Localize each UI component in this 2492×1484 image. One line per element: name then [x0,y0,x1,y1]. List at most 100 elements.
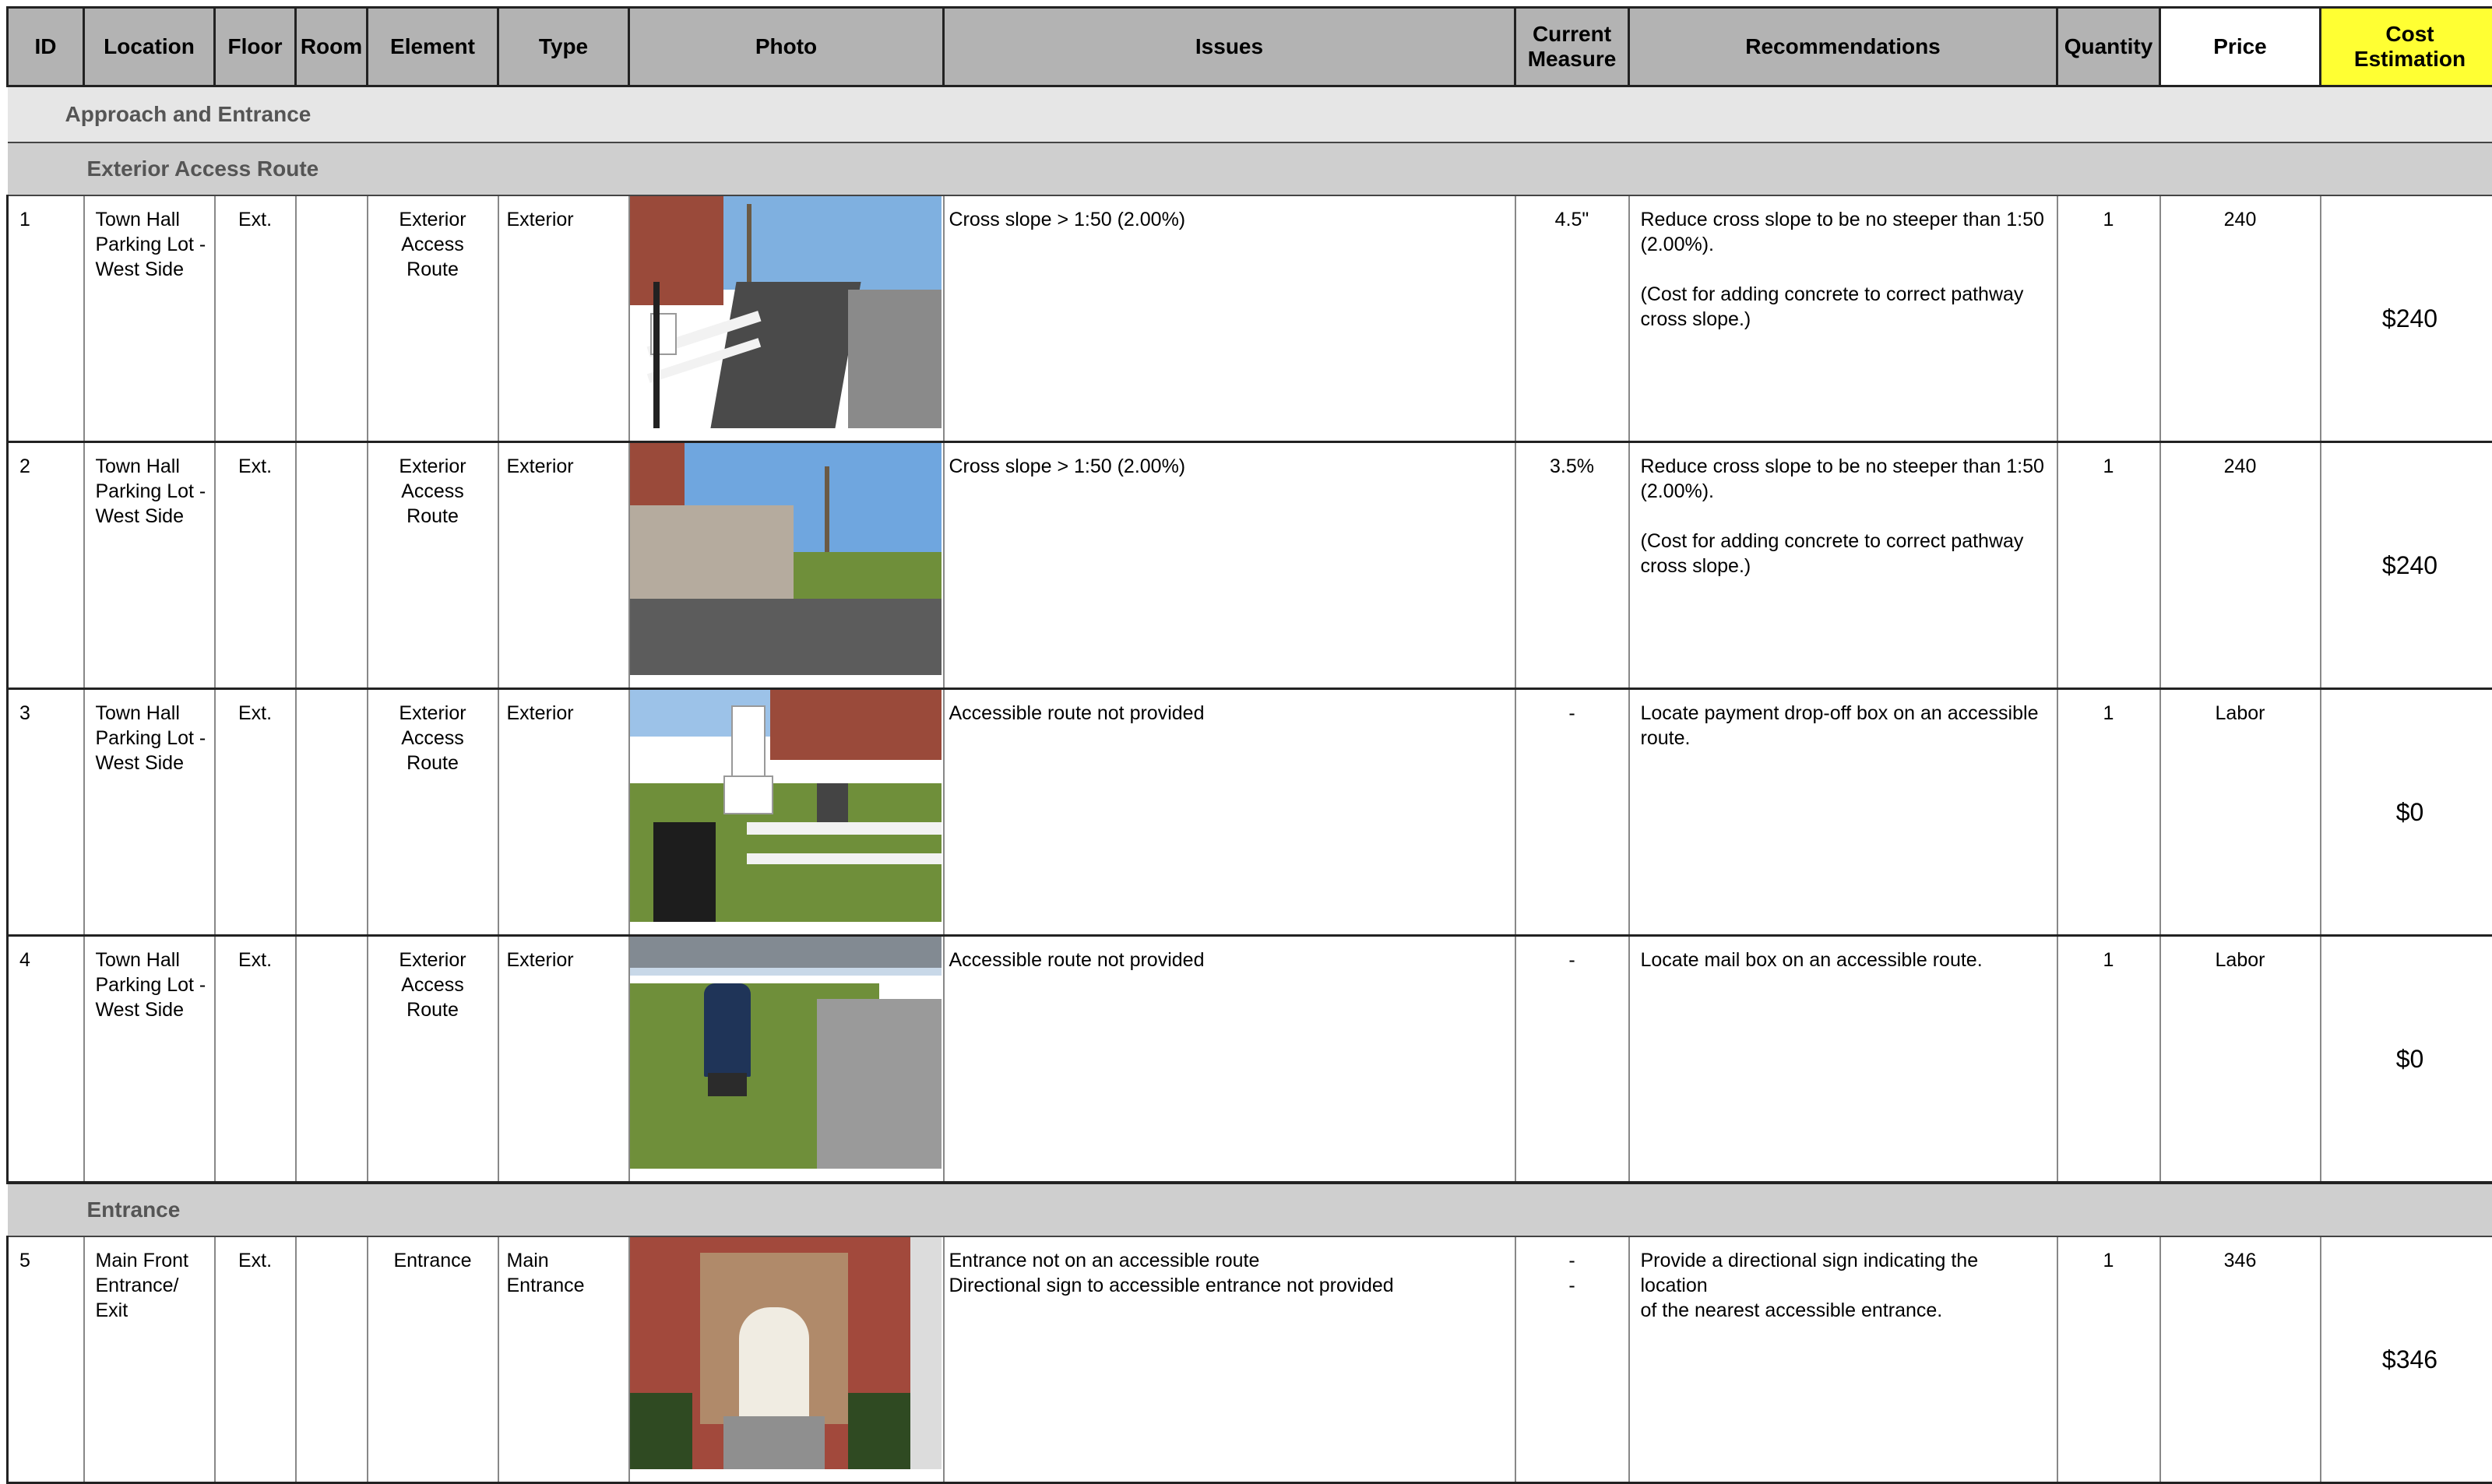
location-line: West Side [96,504,206,529]
recommendation-note-line: (Cost for adding concrete to correct pat… [1641,529,2049,554]
element-line: Route [368,997,498,1022]
element-line: Exterior [368,207,498,232]
element-line: Access [368,972,498,997]
cell-element: ExteriorAccessRoute [368,442,498,689]
measure-line: - [1516,1273,1628,1298]
drop-off-box-photo[interactable] [630,690,942,922]
measure-line: 4.5" [1516,207,1628,232]
header-type: Type [498,8,629,86]
location-line: West Side [96,257,206,282]
location-line: Parking Lot - [96,232,206,257]
location-line: Main Front [96,1248,206,1273]
element-line: Exterior [368,454,498,479]
cell-location: Town HallParking Lot -West Side [84,195,215,442]
cell-type: Exterior [498,689,629,936]
section-row-approach: Approach and Entrance [8,86,2492,143]
cell-photo[interactable] [629,1236,944,1483]
cell-location: Main FrontEntrance/Exit [84,1236,215,1483]
recommendation-note-line: (Cost for adding concrete to correct pat… [1641,282,2049,307]
element-line: Access [368,479,498,504]
header-photo: Photo [629,8,944,86]
cell-photo[interactable] [629,689,944,936]
table-row[interactable]: 3 Town HallParking Lot -West Side Ext. E… [8,689,2492,936]
header-floor: Floor [215,8,296,86]
table-row[interactable]: 5 Main FrontEntrance/Exit Ext. Entrance … [8,1236,2492,1483]
cell-location: Town HallParking Lot -West Side [84,689,215,936]
element-line: Exterior [368,701,498,726]
location-line: Parking Lot - [96,972,206,997]
issue-line: Cross slope > 1:50 (2.00%) [949,454,1508,479]
cell-type: Exterior [498,195,629,442]
cell-room [296,442,368,689]
header-current-measure-line2: Measure [1516,47,1628,72]
type-line: Main [507,1248,622,1273]
header-cost-estimation: Cost Estimation [2321,8,2492,86]
header-cost-line2: Estimation [2321,47,2492,72]
cell-id: 4 [8,936,84,1183]
table-row[interactable]: 1 Town HallParking Lot -West Side Ext. E… [8,195,2492,442]
cell-floor: Ext. [215,936,296,1183]
cell-element: ExteriorAccessRoute [368,195,498,442]
accessibility-report-table: ID Location Floor Room Element Type Phot… [6,6,2492,1484]
header-cost-line1: Cost [2321,22,2492,47]
parking-lot-path-photo[interactable] [630,196,942,428]
type-line: Exterior [507,207,622,232]
cell-quantity: 1 [2057,936,2160,1183]
location-line: Exit [96,1298,206,1323]
location-line: West Side [96,997,206,1022]
cell-floor: Ext. [215,1236,296,1483]
cell-current-measure: - [1515,689,1629,936]
measure-line: - [1516,701,1628,726]
cell-cost-estimation: $240 [2321,195,2492,442]
fence-walkway-photo[interactable] [630,443,942,675]
element-line: Entrance [368,1248,498,1273]
element-line: Exterior [368,948,498,972]
mail-box-photo[interactable] [630,937,942,1169]
cell-price: Labor [2160,689,2321,936]
header-id: ID [8,8,84,86]
cell-price: 240 [2160,442,2321,689]
location-line: Town Hall [96,948,206,972]
cell-cost-estimation: $0 [2321,689,2492,936]
recommendation-line: (2.00%). [1641,232,2049,257]
cell-room [296,1236,368,1483]
cell-recommendations: Provide a directional sign indicating th… [1629,1236,2057,1483]
cell-element: Entrance [368,1236,498,1483]
location-line: Entrance/ [96,1273,206,1298]
element-line: Access [368,232,498,257]
recommendation-line: Locate payment drop-off box on an access… [1641,701,2049,726]
recommendation-note-line: cross slope.) [1641,307,2049,332]
element-line: Route [368,751,498,775]
recommendation-line: Locate mail box on an accessible route. [1641,948,2049,972]
cell-id: 5 [8,1236,84,1483]
header-price: Price [2160,8,2321,86]
cell-issues: Accessible route not provided [944,936,1515,1183]
cell-cost-estimation: $0 [2321,936,2492,1183]
type-line: Entrance [507,1273,622,1298]
header-quantity: Quantity [2057,8,2160,86]
header-current-measure: Current Measure [1515,8,1629,86]
type-line: Exterior [507,701,622,726]
issue-line: Accessible route not provided [949,701,1508,726]
cell-quantity: 1 [2057,442,2160,689]
subsection-title: Entrance [8,1183,2492,1236]
cell-photo[interactable] [629,936,944,1183]
section-title: Approach and Entrance [8,86,2492,143]
measure-line: 3.5% [1516,454,1628,479]
element-line: Route [368,504,498,529]
cell-cost-estimation: $240 [2321,442,2492,689]
location-line: Town Hall [96,207,206,232]
recommendation-line: route. [1641,726,2049,751]
cell-quantity: 1 [2057,689,2160,936]
cell-photo[interactable] [629,195,944,442]
recommendation-line: of the nearest accessible entrance. [1641,1298,2049,1323]
cell-issues: Cross slope > 1:50 (2.00%) [944,195,1515,442]
cell-photo[interactable] [629,442,944,689]
location-line: Town Hall [96,454,206,479]
table-row[interactable]: 2 Town HallParking Lot -West Side Ext. E… [8,442,2492,689]
main-entrance-photo[interactable] [630,1237,942,1469]
measure-line: - [1516,1248,1628,1273]
cell-recommendations: Locate payment drop-off box on an access… [1629,689,2057,936]
cell-price: 346 [2160,1236,2321,1483]
table-row[interactable]: 4 Town HallParking Lot -West Side Ext. E… [8,936,2492,1183]
